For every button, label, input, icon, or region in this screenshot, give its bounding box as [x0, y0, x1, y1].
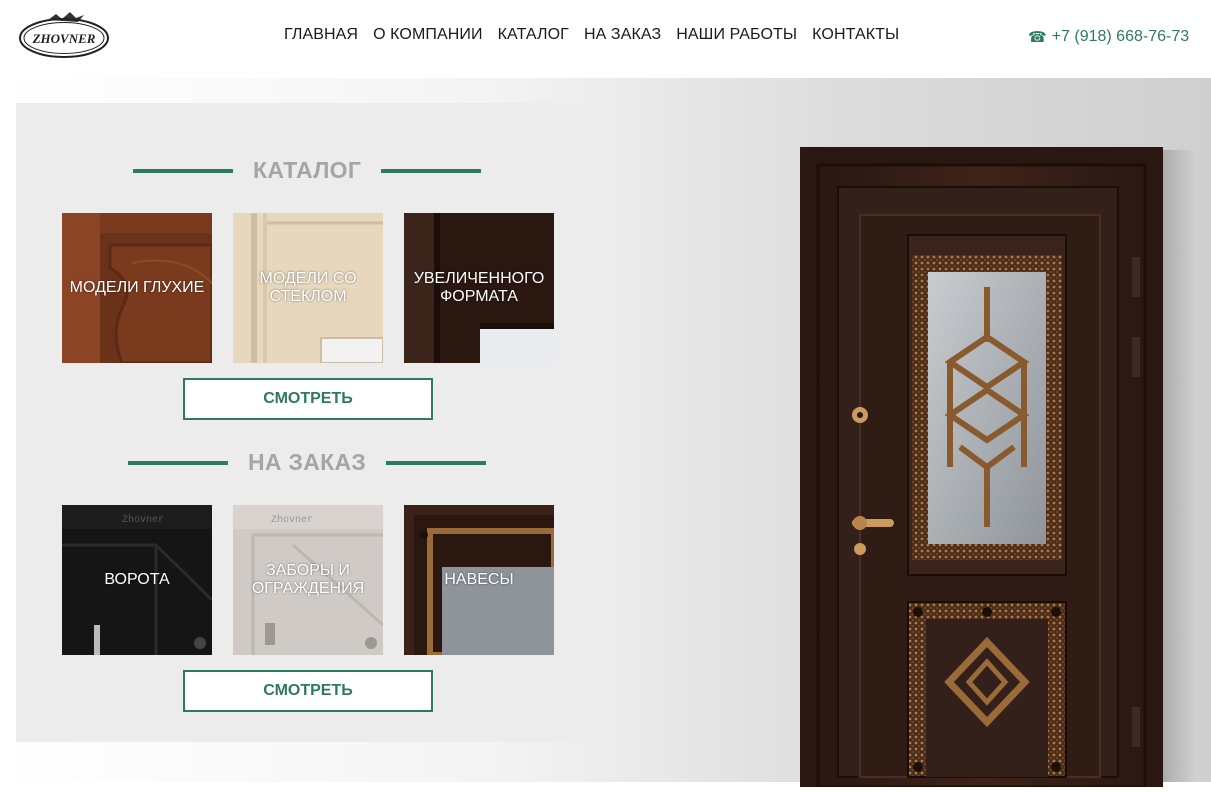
tile-gates[interactable]: Zhovner ВОРОТА	[62, 505, 212, 655]
custom-view-button[interactable]: СМОТРЕТЬ	[183, 670, 433, 712]
catalog-title: КАТАЛОГ	[253, 157, 362, 183]
door-image	[800, 147, 1163, 789]
heading-line-left	[128, 460, 228, 465]
svg-text:ZHOVNER: ZHOVNER	[32, 31, 96, 46]
heading-line-right	[381, 168, 482, 173]
tile-label: МОДЕЛИ ГЛУХИЕ	[69, 279, 205, 296]
nav-link-catalog[interactable]: КАТАЛОГ	[498, 26, 569, 44]
site-header: ZHOVNER ГЛАВНАЯ О КОМПАНИИ КАТАЛОГ НА ЗА…	[0, 0, 1211, 78]
tile-fences[interactable]: Zhovner ЗАБОРЫ И ОГРАЖДЕНИЯ	[233, 505, 383, 655]
phone-icon: ☎	[1028, 29, 1047, 46]
nav-link-custom[interactable]: НА ЗАКАЗ	[584, 26, 661, 44]
custom-title: НА ЗАКАЗ	[248, 449, 367, 475]
catalog-panel: КАТАЛОГ МОДЕЛИ ГЛУХИЕ МОДЕЛИ СО СТЕКЛОМ	[16, 103, 601, 742]
phone-number: +7 (918) 668-76-73	[1051, 28, 1190, 45]
tile-label: МОДЕЛИ СО СТЕКЛОМ	[259, 270, 357, 305]
custom-heading: НА ЗАКАЗ	[128, 449, 487, 476]
main-nav: ГЛАВНАЯ О КОМПАНИИ КАТАЛОГ НА ЗАКАЗ НАШИ…	[284, 26, 914, 44]
tile-label: НАВЕСЫ	[444, 571, 514, 588]
tile-label: ВОРОТА	[104, 571, 170, 588]
catalog-view-button[interactable]: СМОТРЕТЬ	[183, 378, 433, 420]
tile-label: ЗАБОРЫ И ОГРАЖДЕНИЯ	[251, 562, 365, 597]
tile-glass-models[interactable]: МОДЕЛИ СО СТЕКЛОМ	[233, 213, 383, 363]
phone-link[interactable]: ☎ +7 (918) 668-76-73	[1028, 28, 1189, 46]
tile-canopies[interactable]: НАВЕСЫ	[404, 505, 554, 655]
nav-link-contacts[interactable]: КОНТАКТЫ	[812, 26, 899, 44]
tile-label: УВЕЛИЧЕННОГО ФОРМАТА	[413, 270, 545, 305]
nav-link-about[interactable]: О КОМПАНИИ	[373, 26, 483, 44]
heading-line-right	[386, 460, 487, 465]
heading-line-left	[133, 168, 233, 173]
tile-solid-models[interactable]: МОДЕЛИ ГЛУХИЕ	[62, 213, 212, 363]
catalog-heading: КАТАЛОГ	[133, 157, 482, 184]
tile-wide-format[interactable]: УВЕЛИЧЕННОГО ФОРМАТА	[404, 213, 554, 363]
company-logo[interactable]: ZHOVNER	[18, 10, 110, 60]
nav-link-home[interactable]: ГЛАВНАЯ	[284, 26, 358, 44]
nav-link-works[interactable]: НАШИ РАБОТЫ	[676, 26, 797, 44]
